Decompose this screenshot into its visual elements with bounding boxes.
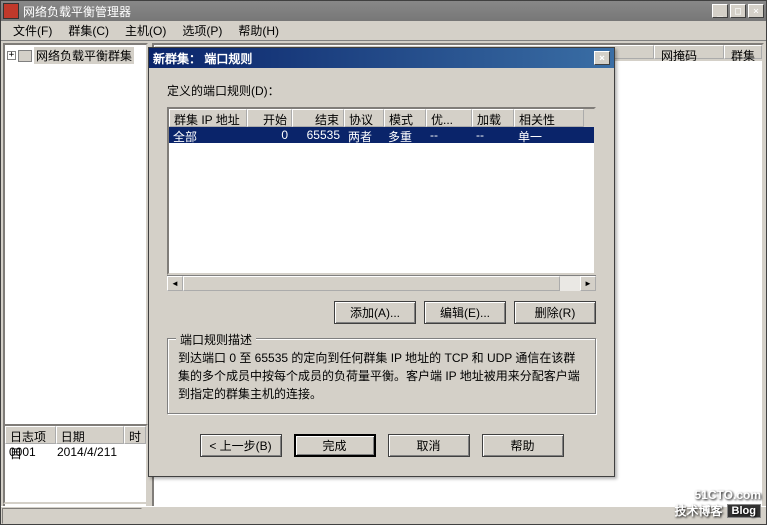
statusbar <box>1 506 766 524</box>
log-col-date[interactable]: 日期 <box>56 426 124 444</box>
scroll-right-icon[interactable]: ► <box>580 276 596 291</box>
menubar: 文件(F) 群集(C) 主机(O) 选项(P) 帮助(H) <box>1 21 766 41</box>
maximize-button[interactable]: □ <box>730 4 746 18</box>
rule-ip: 全部 <box>169 127 247 143</box>
remove-button[interactable]: 删除(R) <box>514 301 596 324</box>
col-netmask[interactable]: 网掩码 <box>654 45 724 59</box>
rule-description: 到达端口 0 至 65535 的定向到任何群集 IP 地址的 TCP 和 UDP… <box>178 349 585 403</box>
menu-options[interactable]: 选项(P) <box>174 20 230 41</box>
status-cell <box>2 508 142 524</box>
scroll-left-icon[interactable]: ◄ <box>167 276 183 291</box>
main-titlebar: 网络负载平衡管理器 _ □ × <box>1 1 766 21</box>
col-protocol[interactable]: 协议 <box>344 109 384 127</box>
rules-header: 群集 IP 地址 开始 结束 协议 模式 优... 加载 相关性 <box>169 109 594 127</box>
menu-help[interactable]: 帮助(H) <box>230 20 287 41</box>
expand-icon[interactable]: + <box>7 51 16 60</box>
col-mode[interactable]: 模式 <box>384 109 426 127</box>
group-legend: 端口规则描述 <box>176 331 256 348</box>
close-button[interactable]: × <box>748 4 764 18</box>
scroll-thumb[interactable] <box>183 276 560 291</box>
tree-root-item[interactable]: + 网络负载平衡群集 <box>7 47 144 64</box>
port-rules-dialog: 新群集： 端口规则 × 定义的端口规则(D)： 群集 IP 地址 开始 结束 协… <box>148 47 615 477</box>
description-group: 端口规则描述 到达端口 0 至 65535 的定向到任何群集 IP 地址的 TC… <box>167 338 596 414</box>
col-cluster-ip[interactable]: 群集 IP 地址 <box>169 109 247 127</box>
col-mode[interactable]: 群集模式 <box>724 45 762 59</box>
dialog-close-button[interactable]: × <box>594 51 610 65</box>
col-start[interactable]: 开始 <box>247 109 292 127</box>
tree-root-label: 网络负载平衡群集 <box>34 47 134 64</box>
watermark-sub: 技术博客 <box>675 502 723 519</box>
col-affinity[interactable]: 相关性 <box>514 109 584 127</box>
main-title: 网络负载平衡管理器 <box>23 3 712 20</box>
log-col-time[interactable]: 时 <box>124 426 146 444</box>
help-button[interactable]: 帮助 <box>482 434 564 457</box>
folder-icon <box>18 50 32 62</box>
rule-load: -- <box>472 127 514 143</box>
finish-button[interactable]: 完成 <box>294 434 376 457</box>
edit-button[interactable]: 编辑(E)... <box>424 301 506 324</box>
hscrollbar[interactable]: ◄ ► <box>167 275 596 291</box>
minimize-button[interactable]: _ <box>712 4 728 18</box>
col-priority[interactable]: 优... <box>426 109 472 127</box>
col-load[interactable]: 加载 <box>472 109 514 127</box>
log-col-item[interactable]: 日志项目 <box>5 426 56 444</box>
watermark-main: 51CTO.com <box>675 488 761 502</box>
rules-label: 定义的端口规则(D)： <box>167 82 596 99</box>
add-button[interactable]: 添加(A)... <box>334 301 416 324</box>
rule-priority: -- <box>426 127 472 143</box>
log-panel: 日志项目 日期 时 0001 2014/4/21 1 <box>3 424 148 504</box>
rule-row-selected[interactable]: 全部 0 65535 两者 多重 -- -- 单一 <box>169 127 594 143</box>
rules-list[interactable]: 群集 IP 地址 开始 结束 协议 模式 优... 加载 相关性 全部 0 65… <box>167 107 596 275</box>
watermark: 51CTO.com 技术博客 Blog <box>675 488 761 519</box>
rule-start: 0 <box>247 127 292 143</box>
log-time: 1 <box>110 445 117 459</box>
menu-host[interactable]: 主机(O) <box>117 20 174 41</box>
menu-file[interactable]: 文件(F) <box>5 20 60 41</box>
dialog-titlebar[interactable]: 新群集： 端口规则 × <box>149 48 614 68</box>
cancel-button[interactable]: 取消 <box>388 434 470 457</box>
rule-protocol: 两者 <box>344 127 384 143</box>
back-button[interactable]: < 上一步(B) <box>200 434 282 457</box>
menu-cluster[interactable]: 群集(C) <box>60 20 117 41</box>
log-item: 0001 <box>9 445 57 459</box>
log-date: 2014/4/21 <box>57 445 110 459</box>
watermark-tag: Blog <box>727 504 761 518</box>
col-end[interactable]: 结束 <box>292 109 344 127</box>
log-row[interactable]: 0001 2014/4/21 1 <box>5 444 146 460</box>
rule-mode: 多重 <box>384 127 426 143</box>
dialog-title: 新群集： 端口规则 <box>153 50 594 67</box>
app-icon <box>3 3 19 19</box>
rule-end: 65535 <box>292 127 344 143</box>
rule-affinity: 单一 <box>514 127 584 143</box>
